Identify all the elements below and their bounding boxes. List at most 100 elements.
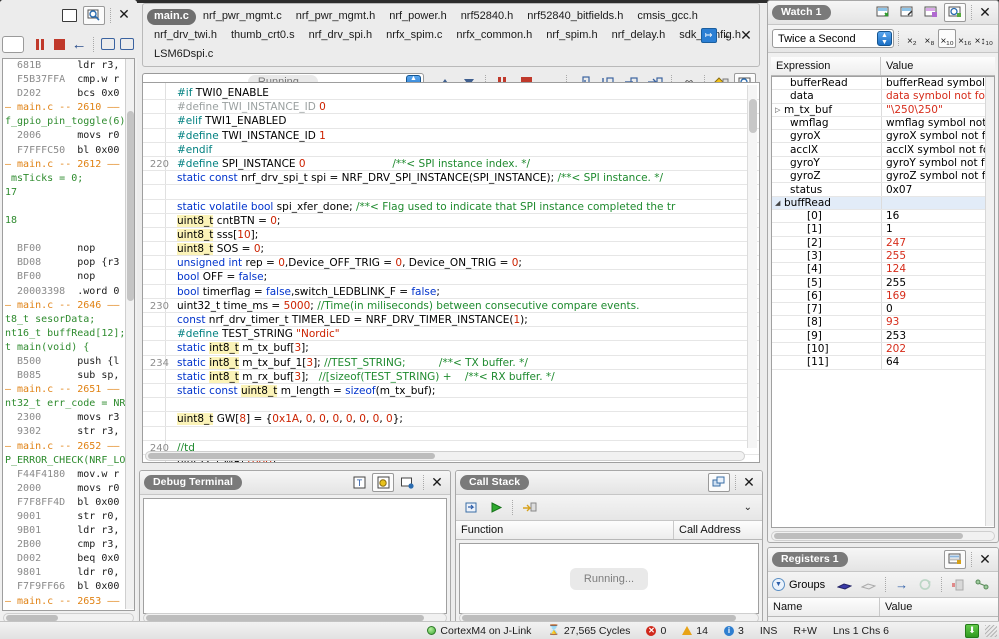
disassembly-listing[interactable]: 681B ldr r3, F5B37FFA cmp.w r D202 bcs 0… <box>2 58 135 611</box>
watch-row[interactable]: ◢ buffRead <box>772 196 994 210</box>
expand-twisty-icon[interactable]: ◢ <box>775 199 784 207</box>
code-line[interactable]: static const uint8_t m_length = sizeof(m… <box>143 384 759 399</box>
watch-expression[interactable]: data <box>772 90 882 103</box>
call-stack-list[interactable]: Running... <box>459 543 759 614</box>
disassembly-line[interactable]: 9001 str r0, <box>3 510 134 524</box>
disassembly-line[interactable] <box>3 228 134 242</box>
editor-tab-nrf-power-h[interactable]: nrf_power.h <box>382 9 453 25</box>
disassembly-line[interactable]: D202 bcs 0x0 <box>3 87 134 101</box>
disassembly-line[interactable]: 681B ldr r3, <box>3 59 134 73</box>
watch-row[interactable]: [5] 255 <box>772 276 994 290</box>
editor-tab-nrf-spim-h[interactable]: nrf_spim.h <box>539 28 604 44</box>
watch-vscrollbar[interactable] <box>985 77 994 526</box>
close-tab-icon[interactable]: ✕ <box>737 29 755 43</box>
call-stack-view-icon[interactable] <box>708 473 730 492</box>
editor-tab-nrf52840-bitfields-h[interactable]: nrf52840_bitfields.h <box>520 9 630 25</box>
watch-row[interactable]: ▷ m_tx_buf "\250\250" <box>772 103 994 117</box>
radix-auto-button[interactable]: ×↕₁₀ <box>974 29 994 48</box>
disassembly-line[interactable]: — main.c -- 2651 —— <box>3 383 134 397</box>
debug-terminal-output[interactable] <box>143 498 447 614</box>
watch-row[interactable]: data data symbol not found <box>772 90 994 104</box>
watch-hscrollbar[interactable] <box>771 531 995 541</box>
disassembly-line[interactable]: 2300 movs r3 <box>3 411 134 425</box>
watch-row[interactable]: [4] 124 <box>772 263 994 277</box>
disassembly-line[interactable]: F7F8FF4D bl 0x00 <box>3 496 134 510</box>
watch-row[interactable]: acclX acclX symbol not found <box>772 143 994 157</box>
watch-row[interactable]: [0] 16 <box>772 209 994 224</box>
disassembly-vscrollbar[interactable] <box>125 59 134 609</box>
watch-value[interactable]: gyroX symbol not found <box>882 130 994 143</box>
watch-value[interactable]: 253 <box>882 329 994 342</box>
code-line[interactable]: static volatile bool spi_xfer_done; /**<… <box>143 200 759 214</box>
disassembly-line[interactable]: — main.c -- 2646 —— <box>3 299 134 313</box>
disassembly-line[interactable]: 2006 movs r0 <box>3 129 134 143</box>
code-line[interactable]: 230 uint32_t time_ms = 5000; //Time(in mi… <box>143 299 759 313</box>
registers-view-icon[interactable] <box>944 550 966 569</box>
disassembly-line[interactable]: F5B37FFA cmp.w r <box>3 73 134 87</box>
code-line[interactable]: 234 static int8_t m_tx_buf_1[3]; //TEST_S… <box>143 356 759 370</box>
close-call-stack-icon[interactable]: ✕ <box>740 476 758 490</box>
watch-value[interactable]: 169 <box>882 289 994 303</box>
watch-value[interactable]: gyroZ symbol not found <box>882 170 994 183</box>
watch-value[interactable]: "\250\250" <box>882 103 994 116</box>
watch-expression[interactable]: status <box>772 183 882 196</box>
watch-row[interactable]: status 0x07 <box>772 183 994 197</box>
disassembly-line[interactable]: BD08 pop {r3 <box>3 256 134 270</box>
disassembly-line[interactable]: BF00 nop <box>3 270 134 284</box>
editor-tab-nrf-drv-twi-h[interactable]: nrf_drv_twi.h <box>147 28 224 44</box>
watch-value[interactable]: wmflag symbol not found <box>882 116 994 130</box>
tab-overflow-icon[interactable]: ↦ <box>700 28 717 43</box>
watch-row[interactable]: [6] 169 <box>772 289 994 304</box>
watch-expression[interactable]: [0] <box>772 209 882 223</box>
disassembly-line[interactable]: 18 <box>3 214 134 228</box>
stop-button[interactable] <box>51 35 69 54</box>
code-line[interactable] <box>143 427 759 441</box>
watch-row[interactable]: bufferRead bufferRead symbol not <box>772 77 994 91</box>
disassembly-line[interactable] <box>3 200 134 214</box>
registers-link-icon[interactable] <box>971 575 993 594</box>
watch-expression[interactable]: [4] <box>772 263 882 276</box>
watch-expression[interactable]: [5] <box>772 276 882 289</box>
watch-expression[interactable]: bufferRead <box>772 77 882 90</box>
watch-expression[interactable]: gyroZ <box>772 170 882 183</box>
disassembly-line[interactable]: F_LOG_DEFAULT_BACKEND <box>3 609 134 611</box>
watch-refresh-icon[interactable] <box>944 3 966 22</box>
code-line[interactable]: unsigned int rep = 0,Device_OFF_TRIG = 0… <box>143 256 759 271</box>
registers-book-icon[interactable] <box>834 575 856 594</box>
watch-rows[interactable]: bufferRead bufferRead symbol not data data … <box>771 76 995 528</box>
step-out-frame-icon[interactable] <box>518 498 540 517</box>
watch-expression[interactable]: gyroY <box>772 156 882 170</box>
editor-tab-cmsis-gcc-h[interactable]: cmsis_gcc.h <box>630 9 705 25</box>
terminal-clear-icon[interactable]: T <box>348 473 370 492</box>
watch-expression[interactable]: [2] <box>772 236 882 249</box>
code-line[interactable]: static const nrf_drv_spi_t spi = NRF_DRV… <box>143 171 759 186</box>
editor-tab-nrf-pwr-mgmt-c[interactable]: nrf_pwr_mgmt.c <box>196 9 289 25</box>
editor-tab-nrf52840-h[interactable]: nrf52840.h <box>454 9 521 25</box>
close-debug-terminal-icon[interactable]: ✕ <box>428 476 446 490</box>
disassembly-line[interactable]: 17 <box>3 186 134 200</box>
registers-groups-control[interactable]: ▼ Groups <box>772 578 825 591</box>
watch-expression[interactable]: ▷ m_tx_buf <box>772 103 882 116</box>
editor-tab-main-c[interactable]: main.c <box>147 8 196 25</box>
disassembly-line[interactable]: B500 push {l <box>3 355 134 369</box>
disassembly-goto-input[interactable] <box>2 35 25 53</box>
code-area[interactable]: #if TWI0_ENABLE #define TWI_INSTANCE_ID 0… <box>142 82 760 463</box>
code-line[interactable]: const nrf_drv_timer_t TIMER_LED = NRF_DR… <box>143 313 759 328</box>
watch-row[interactable]: gyroY gyroY symbol not found <box>772 156 994 171</box>
radix-decimal-button[interactable]: ×₁₀ <box>938 29 956 48</box>
watch-value[interactable]: 16 <box>882 209 994 223</box>
watch-value[interactable]: 0 <box>882 303 994 316</box>
remove-watch-icon[interactable] <box>896 3 918 22</box>
chevron-down-icon[interactable]: ⌄ <box>738 502 758 513</box>
disassembly-line[interactable]: nt16_t buffRead[12]; <box>3 327 134 341</box>
code-line[interactable]: uint8_t sss[10]; <box>143 228 759 243</box>
close-disassembly-icon[interactable]: ✕ <box>115 8 133 22</box>
watch-expression[interactable]: [1] <box>772 223 882 236</box>
watch-expression[interactable]: [6] <box>772 289 882 303</box>
status-warnings[interactable]: 14 <box>682 625 708 637</box>
watch-expression[interactable]: [8] <box>772 316 882 329</box>
terminal-settings-icon[interactable] <box>372 473 394 492</box>
goto-frame-icon[interactable] <box>461 498 483 517</box>
disassembly-line[interactable]: nt32_t err_code = NRF <box>3 397 134 411</box>
disassembly-line[interactable]: f_gpio_pin_toggle(6); <box>3 115 134 129</box>
